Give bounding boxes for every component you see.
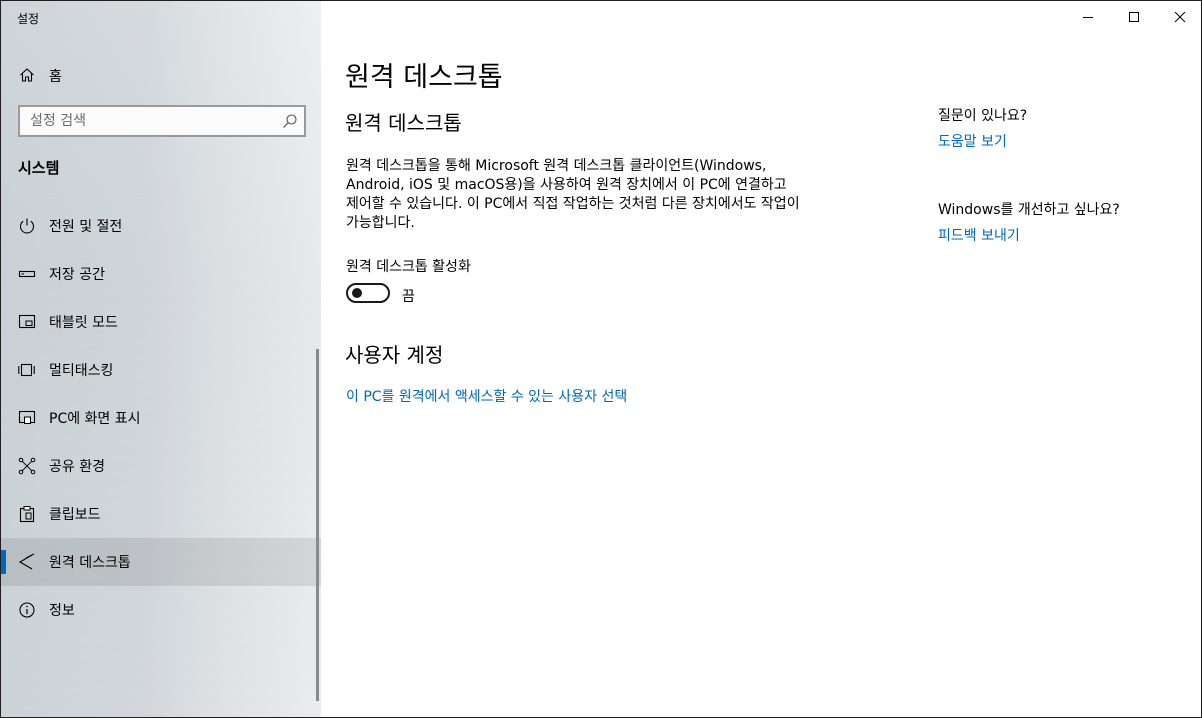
sidebar-item-label: 태블릿 모드 bbox=[49, 315, 118, 331]
search-box[interactable] bbox=[18, 105, 306, 137]
project-icon bbox=[18, 409, 36, 427]
sidebar-scrollbar[interactable] bbox=[316, 349, 319, 701]
page-title: 원격 데스크톱 bbox=[345, 62, 503, 93]
get-help-link[interactable]: 도움말 보기 bbox=[938, 131, 1007, 151]
settings-window: 설정 홈 시스템 전원 및 절전 저장 공간 bbox=[0, 0, 1202, 718]
tablet-icon bbox=[18, 313, 36, 331]
search-icon[interactable] bbox=[282, 113, 298, 129]
sidebar-item-label: 전원 및 절전 bbox=[49, 219, 123, 235]
shared-experiences-icon bbox=[18, 457, 36, 475]
info-icon bbox=[18, 601, 36, 619]
sidebar-item-label: 클립보드 bbox=[49, 507, 101, 523]
toggle-state: 끔 bbox=[402, 289, 415, 305]
search-input[interactable] bbox=[20, 107, 260, 135]
sidebar-item-shared-experiences[interactable]: 공유 환경 bbox=[1, 442, 321, 490]
app-title: 설정 bbox=[17, 12, 40, 26]
sidebar-item-multitasking[interactable]: 멀티태스킹 bbox=[1, 346, 321, 394]
sidebar: 설정 홈 시스템 전원 및 절전 저장 공간 bbox=[1, 1, 321, 717]
sidebar-item-label: PC에 화면 표시 bbox=[49, 411, 141, 427]
sidebar-item-power[interactable]: 전원 및 절전 bbox=[1, 202, 321, 250]
close-button[interactable] bbox=[1157, 1, 1201, 33]
sidebar-item-label: 원격 데스크톱 bbox=[49, 555, 131, 571]
maximize-button[interactable] bbox=[1111, 1, 1157, 33]
clipboard-icon bbox=[18, 505, 36, 523]
sidebar-item-home[interactable]: 홈 bbox=[1, 57, 321, 93]
section-title-user-accounts: 사용자 계정 bbox=[345, 343, 444, 367]
question-heading: 질문이 있나요? bbox=[938, 108, 1028, 124]
sidebar-item-about[interactable]: 정보 bbox=[1, 586, 321, 634]
sidebar-item-project[interactable]: PC에 화면 표시 bbox=[1, 394, 321, 442]
sidebar-item-label: 공유 환경 bbox=[49, 459, 105, 475]
power-icon bbox=[18, 217, 36, 235]
sidebar-section-title: 시스템 bbox=[18, 159, 60, 177]
sidebar-item-tablet-mode[interactable]: 태블릿 모드 bbox=[1, 298, 321, 346]
toggle-knob bbox=[352, 288, 362, 298]
home-icon bbox=[19, 67, 37, 85]
minimize-button[interactable] bbox=[1065, 1, 1111, 33]
sidebar-item-label: 멀티태스킹 bbox=[49, 363, 114, 379]
remote-desktop-toggle[interactable] bbox=[346, 283, 390, 303]
remote-desktop-icon bbox=[18, 553, 36, 571]
feedback-link[interactable]: 피드백 보내기 bbox=[938, 225, 1020, 245]
storage-icon bbox=[18, 265, 36, 283]
multitasking-icon bbox=[18, 361, 36, 379]
select-users-link[interactable]: 이 PC를 원격에서 액세스할 수 있는 사용자 선택 bbox=[346, 386, 627, 406]
sidebar-item-remote-desktop[interactable]: 원격 데스크톱 bbox=[1, 538, 321, 586]
sidebar-item-label: 저장 공간 bbox=[49, 267, 105, 283]
sidebar-item-clipboard[interactable]: 클립보드 bbox=[1, 490, 321, 538]
section-title-remote-desktop: 원격 데스크톱 bbox=[345, 111, 462, 135]
toggle-label: 원격 데스크톱 활성화 bbox=[346, 259, 471, 275]
sidebar-item-label: 정보 bbox=[49, 603, 75, 619]
improve-heading: Windows를 개선하고 싶나요? bbox=[938, 202, 1120, 218]
remote-desktop-description: 원격 데스크톱을 통해 Microsoft 원격 데스크톱 클라이언트(Wind… bbox=[346, 158, 800, 231]
sidebar-item-storage[interactable]: 저장 공간 bbox=[1, 250, 321, 298]
home-label: 홈 bbox=[49, 69, 62, 85]
